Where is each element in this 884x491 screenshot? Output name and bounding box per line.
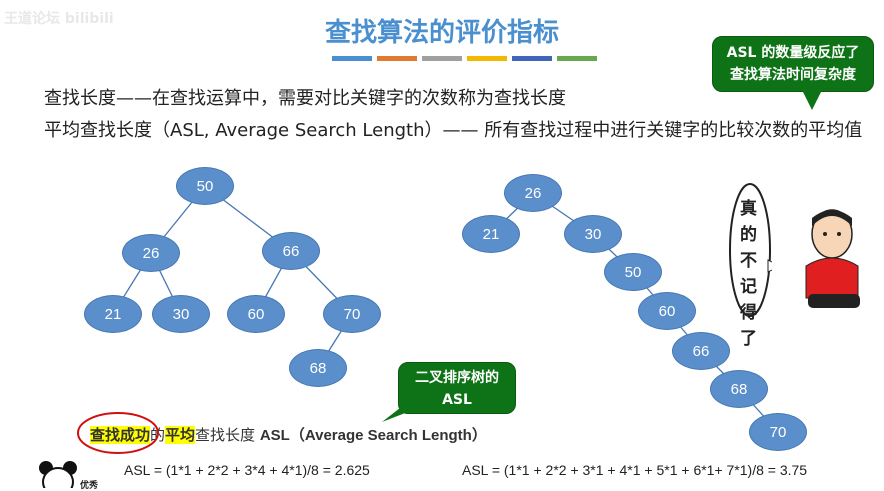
red-circle-annotation bbox=[77, 412, 159, 454]
tree1-node: 30 bbox=[152, 295, 210, 333]
panda-meme bbox=[39, 461, 77, 488]
formula-tree2: ASL = (1*1 + 2*2 + 3*1 + 4*1 + 5*1 + 6*1… bbox=[462, 462, 808, 478]
tree2-node: 50 bbox=[604, 253, 662, 291]
meme-caption: 优秀 bbox=[80, 481, 99, 491]
tree2-node: 26 bbox=[504, 174, 562, 212]
tree2-node: 30 bbox=[564, 215, 622, 253]
tree1-node: 50 bbox=[176, 167, 234, 205]
tree2-node: 70 bbox=[749, 413, 807, 451]
tree1-node: 21 bbox=[84, 295, 142, 333]
tree2-node: 66 bbox=[672, 332, 730, 370]
highlight-average: 平均 bbox=[165, 426, 196, 444]
tree2-node: 68 bbox=[710, 370, 768, 408]
tree1-node: 60 bbox=[227, 295, 285, 333]
tree2-node: 21 bbox=[462, 215, 520, 253]
tree1-node: 26 bbox=[122, 234, 180, 272]
formula-tree1: ASL = (1*1 + 2*2 + 3*4 + 4*1)/8 = 2.625 bbox=[124, 462, 370, 478]
heading-text: 查找长度 bbox=[195, 426, 260, 444]
tree1-node: 68 bbox=[289, 349, 347, 387]
tree2-node: 60 bbox=[638, 292, 696, 330]
heading-asl-name: ASL（Average Search Length） bbox=[259, 427, 487, 444]
tree1-node: 66 bbox=[262, 232, 320, 270]
tree1-node: 70 bbox=[323, 295, 381, 333]
